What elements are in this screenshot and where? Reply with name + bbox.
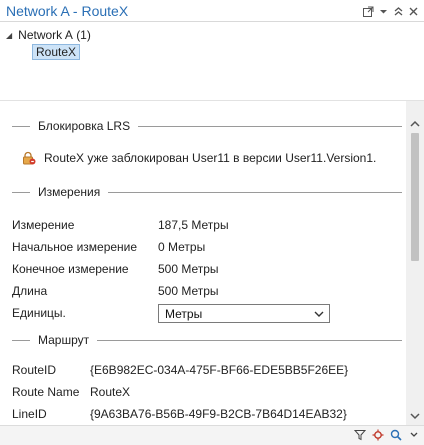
scroll-up-icon[interactable] [409, 118, 421, 128]
divider [12, 339, 30, 341]
section-measures-title: Измерения [38, 185, 101, 199]
title-bar-controls [362, 4, 420, 18]
collapse-icon[interactable] [392, 4, 405, 18]
route-id-label: RouteID [12, 363, 57, 377]
section-lock-header: Блокировка LRS [12, 119, 402, 133]
status-bar-tools [353, 429, 420, 441]
expand-triangle-icon[interactable]: ◢ [6, 31, 12, 40]
lock-icon [22, 151, 36, 165]
divider [138, 125, 402, 127]
divider [97, 339, 402, 341]
lock-message-row: RouteX уже заблокирован User11 в версии … [22, 151, 376, 165]
popout-icon[interactable] [362, 4, 375, 18]
title-bar: Network A - RouteX [0, 0, 424, 22]
units-selected-value: Метры [165, 306, 203, 321]
settings-icon[interactable] [372, 429, 384, 441]
route-id-value: {E6B982EC-034A-475F-BF66-EDE5BB5F26EE} [90, 363, 349, 377]
window-title: Network A - RouteX [6, 3, 129, 19]
section-lock-title: Блокировка LRS [38, 119, 131, 133]
end-measure-label: Конечное измерение [12, 262, 129, 276]
more-icon[interactable] [408, 429, 420, 441]
line-id-value: {9A63BA76-B56B-49F9-B2CB-7B64D14EAB32} [90, 407, 347, 421]
chevron-down-icon[interactable] [313, 308, 325, 320]
section-measures-header: Измерения [12, 185, 402, 199]
lock-message: RouteX уже заблокирован User11 в версии … [44, 151, 377, 165]
scroll-down-icon[interactable] [409, 410, 421, 420]
tree-node-network[interactable]: ◢ Network A (1) [6, 28, 91, 42]
vertical-scrollbar[interactable] [406, 101, 424, 425]
tree-node-count: (1) [76, 28, 91, 42]
filter-icon[interactable] [353, 429, 367, 441]
route-name-label: Route Name [12, 385, 80, 399]
divider [12, 191, 30, 193]
divider [12, 125, 30, 127]
attribute-panel: Блокировка LRS RouteX уже заблокирован U… [0, 101, 406, 425]
divider [108, 191, 402, 193]
start-measure-value: 0 Метры [158, 240, 206, 254]
end-measure-value: 500 Метры [158, 262, 219, 276]
options-icon[interactable] [377, 4, 390, 18]
close-icon[interactable] [407, 4, 420, 18]
route-name-value: RouteX [90, 385, 131, 399]
start-measure-label: Начальное измерение [12, 240, 138, 254]
tree-node-route[interactable]: RouteX [32, 44, 81, 60]
units-label: Единицы. [12, 306, 66, 320]
units-dropdown[interactable]: Метры [158, 304, 330, 323]
identify-tree: ◢ Network A (1) RouteX [0, 22, 424, 100]
length-value: 500 Метры [158, 284, 219, 298]
scroll-thumb[interactable] [411, 133, 419, 261]
section-route-header: Маршрут [12, 333, 402, 347]
measure-value: 187,5 Метры [158, 218, 229, 232]
tree-node-label: Network A [18, 28, 73, 42]
length-label: Длина [12, 284, 48, 298]
section-route-title: Маршрут [38, 333, 90, 347]
zoom-icon[interactable] [390, 429, 402, 441]
line-id-label: LineID [12, 407, 47, 421]
status-bar [0, 425, 424, 445]
measure-label: Измерение [12, 218, 75, 232]
